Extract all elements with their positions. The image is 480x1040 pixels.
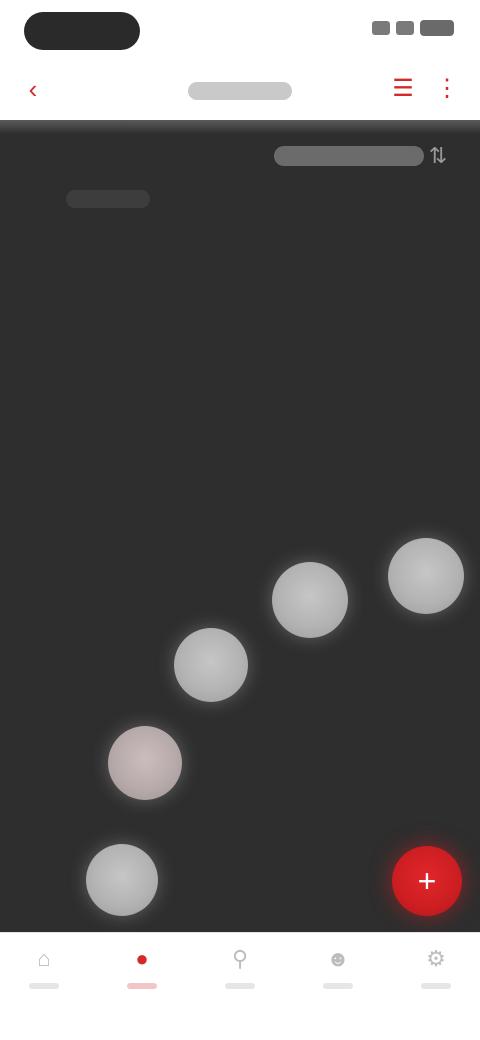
profile-icon: ☻ — [326, 946, 350, 971]
bubble-canvas: ⇅ + — [0, 120, 480, 932]
nav-actions: ☰ ⋮ — [388, 74, 462, 104]
sort-icon[interactable]: ⇅ — [428, 140, 448, 172]
tab-label — [127, 983, 157, 989]
tab-label — [421, 983, 451, 989]
section-subtitle — [66, 190, 150, 208]
bubble-item-4[interactable] — [108, 726, 182, 800]
status-bar — [0, 0, 480, 62]
tab-settings[interactable]: ⚙ — [406, 945, 466, 1005]
page-title — [188, 82, 292, 100]
settings-icon: ⚙ — [426, 946, 446, 971]
add-button[interactable]: + — [392, 846, 462, 916]
add-icon: + — [417, 863, 437, 899]
bubble-item-5[interactable] — [86, 844, 158, 916]
content-top-shadow — [0, 120, 480, 134]
tab-profile[interactable]: ☻ — [308, 945, 368, 1005]
bubble-item-1[interactable] — [388, 538, 464, 614]
battery-icon — [420, 20, 454, 36]
home-icon: ⌂ — [37, 946, 51, 971]
tab-bar: ⌂ ● ⚲ ☻ ⚙ — [0, 932, 480, 1040]
status-indicators — [372, 20, 454, 36]
more-icon[interactable]: ⋮ — [432, 74, 462, 104]
tab-home[interactable]: ⌂ — [14, 945, 74, 1005]
bubbles-icon: ● — [135, 946, 149, 971]
bubble-item-2[interactable] — [272, 562, 348, 638]
signal-icon — [372, 21, 390, 35]
tab-search[interactable]: ⚲ — [210, 945, 270, 1005]
tab-label — [225, 983, 255, 989]
back-icon[interactable]: ‹ — [18, 74, 48, 104]
navigation-bar: ‹ ☰ ⋮ — [0, 62, 480, 120]
search-icon: ⚲ — [231, 946, 249, 971]
tab-bubbles[interactable]: ● — [112, 945, 172, 1005]
filter-icon[interactable]: ☰ — [388, 74, 418, 104]
sort-label[interactable] — [274, 146, 424, 166]
tab-label — [323, 983, 353, 989]
bubble-item-3[interactable] — [174, 628, 248, 702]
wifi-icon — [396, 21, 414, 35]
status-time-pill — [24, 12, 140, 50]
tab-label — [29, 983, 59, 989]
app-screen: ‹ ☰ ⋮ ⇅ + ⌂ ● ⚲ ☻ ⚙ — [0, 0, 480, 1040]
